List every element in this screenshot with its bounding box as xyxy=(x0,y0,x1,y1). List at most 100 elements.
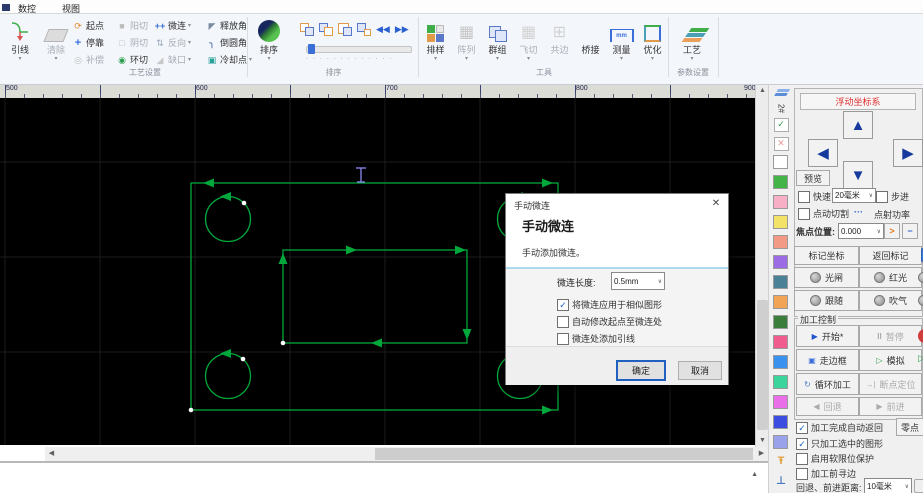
follow-button[interactable]: 跟随 xyxy=(794,290,859,311)
layer-color-swatch[interactable] xyxy=(773,395,788,409)
soft-limit-row: 启用软限位保护 xyxy=(796,452,874,465)
focus-position-select[interactable]: 0.000∨ xyxy=(838,223,884,239)
horizontal-scroll-thumb[interactable] xyxy=(375,448,753,460)
joint-length-select[interactable]: 0.5mm∨ xyxy=(611,272,665,290)
preview-button[interactable]: 预览 xyxy=(796,170,830,186)
start-button[interactable]: ▶开始* xyxy=(796,325,859,347)
sort-order-1-icon[interactable] xyxy=(300,23,314,36)
layer-color-swatch[interactable] xyxy=(773,355,788,369)
jog-down-button[interactable]: ▼ xyxy=(843,161,873,189)
canvas-horizontal-scrollbar[interactable]: ◀ ▶ xyxy=(0,447,768,461)
ring-cut-button[interactable]: ◉环切 xyxy=(116,53,154,66)
preview-label: 预览 xyxy=(804,172,822,185)
jog-right-button[interactable]: ▶ xyxy=(893,139,923,167)
menu-bar: 数控 视图 xyxy=(0,0,923,14)
zero-point-button[interactable]: 零点 xyxy=(896,418,923,436)
sort-order-4-icon[interactable] xyxy=(357,23,371,36)
layer-color-swatch[interactable] xyxy=(773,335,788,349)
female-cut-button[interactable]: □阴切 xyxy=(116,36,154,49)
layer-color-swatch[interactable] xyxy=(773,235,788,249)
auto-return-checkbox[interactable]: ✓ xyxy=(796,422,808,434)
layer-color-swatch[interactable] xyxy=(773,195,788,209)
pause-button[interactable]: II暂停 xyxy=(859,325,922,347)
jog-up-button[interactable]: ▲ xyxy=(843,111,873,139)
more-options-icon[interactable]: ··· xyxy=(854,207,863,217)
layer-delete-icon[interactable]: ✕ xyxy=(773,136,789,151)
layer-color-swatch[interactable] xyxy=(773,435,788,449)
shutter-button[interactable]: 光闸 xyxy=(794,267,859,288)
cancel-button[interactable]: 取消 xyxy=(678,361,722,380)
distance-select[interactable]: 10毫米∨ xyxy=(864,478,912,493)
forward-button[interactable]: ▶前进 xyxy=(859,397,922,416)
clipped-sim-icon[interactable]: ▷ xyxy=(918,353,923,364)
jog-left-button[interactable]: ◀ xyxy=(808,139,838,167)
male-cut-button[interactable]: ■阳切 xyxy=(116,19,154,32)
loop-machining-button[interactable]: ↻循环加工 xyxy=(796,373,859,395)
clipped-button[interactable] xyxy=(914,479,923,493)
dialog-title-bar[interactable]: 手动微连 ✕ xyxy=(506,194,728,214)
only-selected-label: 只加工选中的图形 xyxy=(811,437,883,450)
layer-color-swatch[interactable] xyxy=(773,295,788,309)
start-point-button[interactable]: ⟳起点 xyxy=(72,19,116,32)
layer-color-swatch[interactable] xyxy=(773,215,788,229)
lead-out-icon[interactable]: ⊥ xyxy=(773,473,789,488)
canvas-vertical-scrollbar[interactable]: ▲ ▼ xyxy=(755,85,769,447)
return-mark-button[interactable]: 返回标记 xyxy=(859,246,922,265)
status-scroll-up-icon[interactable]: ▲ xyxy=(751,471,758,478)
simulate-button[interactable]: ▷模拟 xyxy=(859,349,922,371)
compensation-button[interactable]: ◎补偿 xyxy=(72,53,116,66)
layer-color-swatch[interactable] xyxy=(773,415,788,429)
sort-slider-thumb[interactable] xyxy=(308,44,315,54)
layer-color-swatch[interactable] xyxy=(773,375,788,389)
lead-line-icon xyxy=(9,16,31,42)
sort-next-icon[interactable]: ▶▶ xyxy=(395,24,409,35)
notch-button[interactable]: ◢缺口▾ xyxy=(154,53,206,66)
layer-color-swatch[interactable] xyxy=(773,315,788,329)
add-lead-checkbox[interactable] xyxy=(557,333,569,345)
step-checkbox[interactable] xyxy=(876,191,888,203)
scroll-left-icon[interactable]: ◀ xyxy=(45,447,58,461)
layer-color-swatch[interactable] xyxy=(773,155,788,169)
fast-checkbox[interactable] xyxy=(798,191,810,203)
reverse-button[interactable]: ⇅反向▾ xyxy=(154,36,206,49)
fast-checkbox-row: 快速 xyxy=(798,190,831,203)
soft-limit-checkbox[interactable] xyxy=(796,453,808,465)
jog-cut-checkbox[interactable] xyxy=(798,208,810,220)
trace-frame-button[interactable]: ▣走边框 xyxy=(796,349,859,371)
focus-plus-button[interactable]: > xyxy=(884,223,900,239)
sort-slider[interactable] xyxy=(306,46,412,53)
sort-order-2-icon[interactable] xyxy=(319,23,333,36)
micro-joint-button[interactable]: ++微连▾ xyxy=(154,19,206,32)
edge-seek-checkbox[interactable] xyxy=(796,468,808,480)
lead-line-button[interactable]: 引线 ▾ xyxy=(3,16,37,80)
fast-speed-select[interactable]: 20毫米∨ xyxy=(832,188,876,203)
mark-coordinate-button[interactable]: 标记坐标 xyxy=(794,246,859,265)
red-light-button[interactable]: 红光 xyxy=(859,267,922,288)
part-outline[interactable] xyxy=(191,183,558,410)
focus-minus-icon: − xyxy=(907,226,912,236)
array-caret: ▾ xyxy=(465,57,468,61)
vertical-scroll-thumb[interactable] xyxy=(757,300,768,430)
scroll-right-icon[interactable]: ▶ xyxy=(755,447,768,461)
dialog-close-button[interactable]: ✕ xyxy=(708,196,724,212)
ruler-label: 800 xyxy=(576,85,588,92)
layer-2-icon[interactable]: 2# xyxy=(774,101,789,117)
blow-air-button[interactable]: 吹气 xyxy=(859,290,922,311)
dock-button[interactable]: +停靠 xyxy=(72,36,116,49)
breakpoint-button[interactable]: →|断点定位 xyxy=(859,373,922,395)
apply-similar-checkbox[interactable]: ✓ xyxy=(557,299,569,311)
focus-minus-button[interactable]: − xyxy=(902,223,918,239)
layer-color-swatch[interactable] xyxy=(773,255,788,269)
erase-button[interactable]: 清除 ▾ xyxy=(39,16,73,80)
only-selected-checkbox[interactable]: ✓ xyxy=(796,438,808,450)
layer-visible-icon[interactable]: ✓ xyxy=(773,117,789,132)
back-button[interactable]: ◀回退 xyxy=(796,397,859,416)
layer-color-swatch[interactable] xyxy=(773,175,788,189)
sort-order-3-icon[interactable] xyxy=(338,23,352,36)
ribbon: 引线 ▾ 清除 ▾ ⟳起点 ■阳切 ++微连▾ ◤释放角 +停靠 □阴切 ⇅反向… xyxy=(0,14,923,85)
layer-color-swatch[interactable] xyxy=(773,275,788,289)
sort-prev-icon[interactable]: ◀◀ xyxy=(376,24,390,35)
ok-button[interactable]: 确定 xyxy=(616,360,666,381)
auto-start-checkbox[interactable] xyxy=(557,316,569,328)
lead-in-icon[interactable]: Ŧ xyxy=(773,453,789,468)
